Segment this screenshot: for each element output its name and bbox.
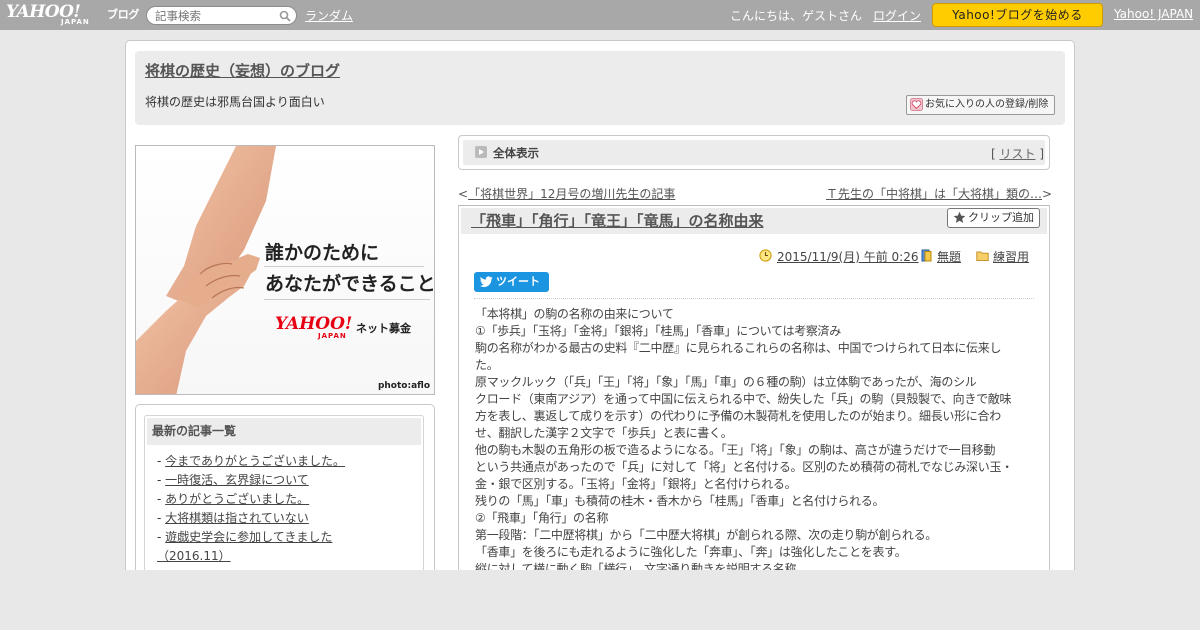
article-body-line: ①「歩兵」「玉将」「金将」「銀将」「桂馬」「香車」については考察済み	[475, 324, 841, 338]
recent-article-item: - 遊戯史学会に参加してきました	[157, 530, 333, 544]
list-bracket-close: ]	[1035, 147, 1045, 161]
category-link[interactable]: 練習用	[993, 250, 1029, 264]
recent-article-link[interactable]: 大将棋類は指されていない	[165, 511, 309, 525]
next-article-nav: Ｔ先生の「中将棋」は「大将棋」類の…>	[826, 187, 1053, 201]
list-view-toggle: [ リスト ]	[991, 145, 1044, 162]
ad-divider	[264, 266, 424, 267]
login-link[interactable]: ログイン	[873, 7, 921, 24]
recent-article-link[interactable]: 今までありがとうございました。	[165, 454, 345, 468]
clock-icon	[759, 249, 772, 262]
article-body-line: 原マックルック（「兵」「王」「将」「象」「馬」「車」の６種の駒）は立体駒であった…	[475, 375, 977, 389]
recent-article-item: - ありがとうございました。	[157, 492, 310, 506]
theme-info: 無題	[937, 248, 961, 265]
ad-service-name: ネット募金	[356, 322, 411, 335]
ad-yahoo-logo: YAHOO!	[275, 314, 353, 334]
recent-articles-title: 最新の記事一覧	[147, 418, 421, 445]
view-mode-bar-inner	[463, 140, 1045, 165]
favorite-button-label: お気に入りの人の登録/削除	[925, 99, 1049, 110]
article-title-link[interactable]: 「飛車」「角行」「竜王」「竜馬」の名称由来	[471, 210, 764, 231]
prev-article-nav: <「将棋世界」12月号の増川先生の記事	[458, 187, 676, 201]
tweet-button-label: ツイート	[496, 275, 540, 288]
recent-article-link[interactable]: 一時復活、玄界録について	[165, 473, 309, 487]
article-body-line: 残りの「馬」「車」も積荷の桂木・香木から「桂馬」「香車」と名付けられる。	[475, 494, 885, 508]
clip-button-label: クリップ追加	[968, 211, 1034, 224]
search-icon[interactable]	[279, 10, 291, 22]
article-body-line: 第一段階：「二中歴将棋」から「二中歴大将棋」が創られる際、次の走り駒が創られる。	[475, 528, 938, 542]
dotted-divider	[474, 298, 1034, 299]
recent-article-link[interactable]: ありがとうございました。	[165, 492, 309, 506]
article-body: 「本将棋」の駒の名称の由来について ①「歩兵」「玉将」「金将」「銀将」「桂馬」「…	[475, 306, 1035, 570]
twitter-bird-icon	[480, 276, 493, 287]
article-body-line: 方を表し、裏返して成りを示す）の代わりに予備の木製荷札を使用したのが始まり。細長…	[475, 409, 1001, 423]
category-info: 練習用	[993, 248, 1029, 265]
article-body-line: 「本将棋」の駒の名称の由来について	[475, 307, 674, 321]
ad-photo-credit: photo:aflo	[377, 381, 430, 391]
list-bracket-open: [	[991, 147, 1000, 161]
article-body-line: 「香車」を後ろにも走れるように強化した「奔車」、「奔」は強化したことを表す。	[475, 545, 907, 559]
search-box	[146, 6, 297, 25]
list-view-link[interactable]: リスト	[1000, 147, 1036, 161]
heart-icon	[910, 98, 923, 111]
favorite-register-button[interactable]: お気に入りの人の登録/削除	[906, 95, 1055, 115]
next-article-link[interactable]: Ｔ先生の「中将棋」は「大将棋」類の…	[826, 187, 1042, 201]
recent-article-item: - 一時復活、玄界録について	[157, 473, 309, 487]
arrow-icon	[475, 146, 487, 158]
ad-headline-line2: あなたができること	[265, 273, 435, 295]
article-body-line: 他の駒も木製の五角形の板で造るようになる。「王」「将」「象」の駒は、高さが違うだ…	[475, 443, 996, 457]
post-date: 2015/11/9(月) 午前 0:26	[777, 248, 918, 265]
view-all-label: 全体表示	[493, 146, 539, 160]
greeting-text: こんにちは、ゲストさん	[730, 9, 863, 23]
recent-article-item: - 大将棋類は指されていない	[157, 511, 309, 525]
start-blog-button[interactable]: Yahoo!ブログを始める	[932, 3, 1103, 27]
prev-article-link[interactable]: 「将棋世界」12月号の増川先生の記事	[468, 187, 675, 201]
yahoo-japan-link[interactable]: Yahoo! JAPAN	[1114, 7, 1193, 21]
top-navigation-bar: YAHOO! JAPAN ブログ ランダム こんにちは、ゲストさん ログイン Y…	[0, 0, 1200, 30]
article-body-line: 駒の名称がわかる最古の史料『二中歴』に見られるこれらの名称は、中国でつけられて日…	[475, 341, 1002, 355]
search-input[interactable]	[155, 8, 275, 23]
ad-yahoo-japan-text: JAPAN	[318, 332, 347, 340]
article-body-line: 金・銀で区別する。「玉将」「金将」「銀将」と名付けられる。	[475, 477, 797, 491]
recent-article-link-continued[interactable]: （2016.11）	[157, 549, 231, 563]
ad-headline-line1: 誰かのために	[265, 242, 380, 264]
recent-article-link[interactable]: 遊戯史学会に参加してきました	[165, 530, 332, 544]
theme-link[interactable]: 無題	[937, 250, 961, 264]
recent-article-item: （2016.11）	[157, 547, 231, 564]
post-date-link[interactable]: 2015/11/9(月) 午前 0:26	[777, 250, 918, 264]
blog-description: 将棋の歴史は邪馬台国より面白い	[145, 95, 325, 109]
article-body-line: 縦に対して横に動く駒「横行」、文字通り動きを説明する名称。	[475, 562, 808, 570]
article-body-line: た。	[475, 358, 499, 372]
article-body-line: クロード（東南アジア）を通って中国に伝えられる中で、紛失した「兵」の駒（貝殻製で…	[475, 392, 1012, 406]
random-link[interactable]: ランダム	[305, 7, 353, 24]
article-body-line: という共通点があったので「兵」に対して「将」と名付ける。区別のため積荷の荷札でな…	[475, 460, 1013, 474]
tweet-button[interactable]: ツイート	[474, 272, 549, 292]
blog-title-link[interactable]: 将棋の歴史（妄想）のブログ	[145, 60, 340, 81]
folder-icon	[976, 251, 989, 261]
clip-add-button[interactable]: クリップ追加	[947, 208, 1040, 228]
page-bottom-background	[0, 570, 1200, 630]
book-icon	[921, 249, 932, 262]
logo-blog-text: ブログ	[107, 8, 140, 21]
recent-article-item: - 今までありがとうございました。	[157, 454, 346, 468]
logo-japan-text: JAPAN	[61, 18, 90, 26]
article-body-line: ②「飛車」「角行」の名称	[475, 511, 609, 525]
yahoo-blog-logo[interactable]: YAHOO! JAPAN ブログ	[6, 2, 141, 28]
star-icon	[953, 211, 966, 223]
ad-divider	[264, 299, 430, 300]
article-body-line: せ、翻訳した漢字２文字で「歩兵」と表に書く。	[475, 426, 733, 440]
charity-ad-banner[interactable]: 誰かのために あなたができること YAHOO! JAPAN ネット募金 phot…	[135, 145, 435, 395]
